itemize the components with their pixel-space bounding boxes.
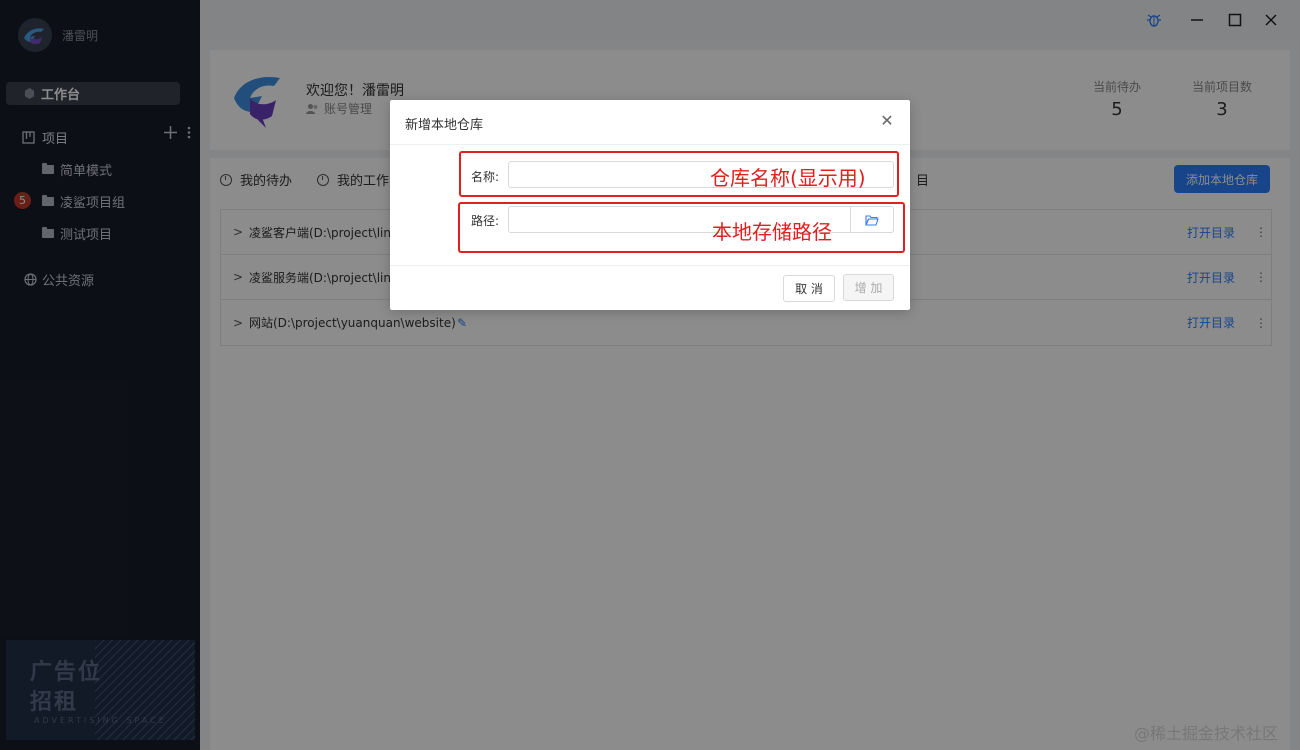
annotation-text-name: 仓库名称(显示用) <box>710 166 866 190</box>
divider <box>390 144 910 145</box>
annotation-box-path <box>458 202 905 253</box>
annotation-text-path: 本地存储路径 <box>712 220 832 244</box>
close-icon[interactable]: ✕ <box>880 113 894 129</box>
divider <box>390 265 910 266</box>
watermark: @稀土掘金技术社区 <box>1134 724 1279 743</box>
dialog-title: 新增本地仓库 <box>405 118 484 133</box>
add-local-repo-dialog: 新增本地仓库 ✕ 名称: 仓库名称(显示用) 路径: 本地存储路径 取 消 增 … <box>390 100 910 310</box>
add-button[interactable]: 增 加 <box>843 274 894 301</box>
cancel-button[interactable]: 取 消 <box>783 275 835 302</box>
